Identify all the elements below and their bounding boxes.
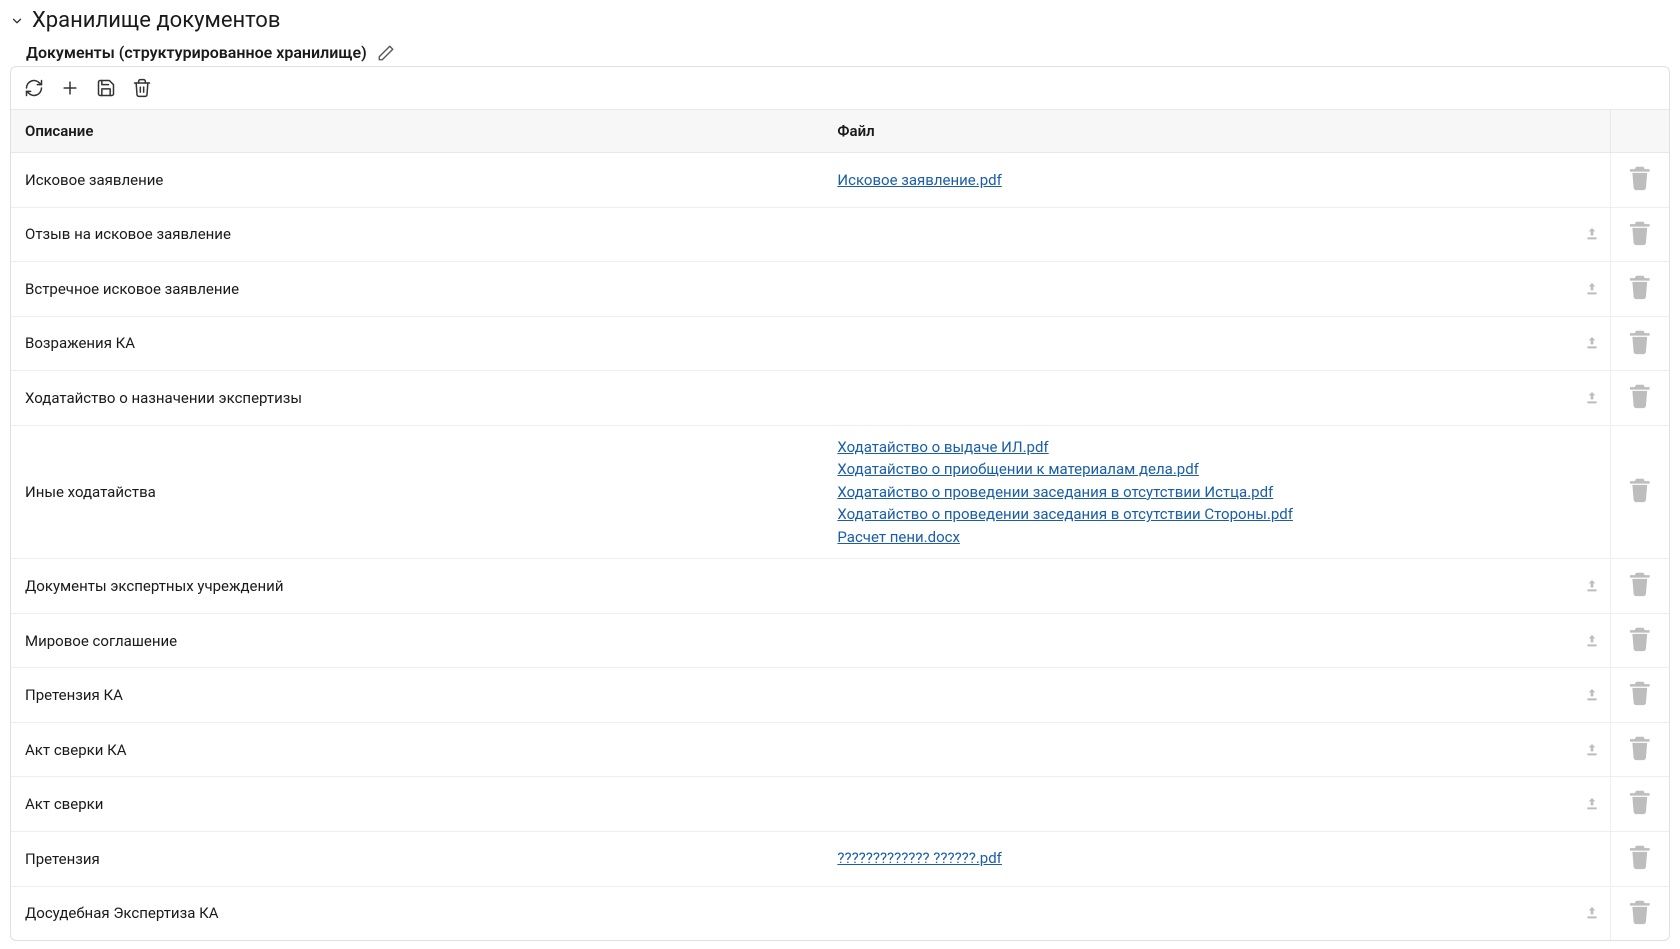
upload-icon[interactable]: [1584, 905, 1600, 921]
trash-icon[interactable]: [1625, 288, 1655, 306]
table-row[interactable]: Акт сверки КА: [11, 722, 1669, 777]
edit-icon[interactable]: [377, 44, 395, 62]
row-file-cell: [823, 316, 1611, 371]
upload-icon[interactable]: [1584, 796, 1600, 812]
table-row[interactable]: Документы экспертных учреждений: [11, 559, 1669, 614]
table-row[interactable]: Отзыв на исковое заявление: [11, 207, 1669, 262]
row-file-cell: [823, 207, 1611, 262]
col-header-actions: [1611, 110, 1669, 153]
upload-icon[interactable]: [1584, 687, 1600, 703]
row-file-cell: [823, 886, 1611, 940]
trash-icon[interactable]: [1625, 491, 1655, 509]
row-description: Ходатайство о назначении экспертизы: [11, 371, 823, 426]
file-link[interactable]: Исковое заявление.pdf: [837, 169, 1596, 192]
upload-icon[interactable]: [1584, 281, 1600, 297]
row-file-cell: [823, 777, 1611, 832]
row-description: Иные ходатайства: [11, 425, 823, 559]
col-header-file[interactable]: Файл: [823, 110, 1611, 153]
table-row[interactable]: Исковое заявление Исковое заявление.pdf: [11, 153, 1669, 208]
row-action-cell: [1611, 886, 1669, 940]
documents-panel: Описание Файл Исковое заявлениеИсковое з…: [10, 66, 1670, 941]
row-file-cell: ????????????? ??????.pdf: [823, 831, 1611, 886]
add-button[interactable]: [59, 77, 81, 99]
trash-icon[interactable]: [1625, 694, 1655, 712]
row-description: Акт сверки КА: [11, 722, 823, 777]
row-file-cell: [823, 559, 1611, 614]
table-row[interactable]: Иные ходатайстваХодатайство о выдаче ИЛ.…: [11, 425, 1669, 559]
row-description: Отзыв на исковое заявление: [11, 207, 823, 262]
table-row[interactable]: Претензия ????????????? ??????.pdf: [11, 831, 1669, 886]
row-action-cell: [1611, 668, 1669, 723]
trash-icon[interactable]: [1625, 912, 1655, 930]
file-link[interactable]: Расчет пени.docx: [837, 526, 1596, 549]
documents-table: Описание Файл Исковое заявлениеИсковое з…: [11, 109, 1669, 940]
row-action-cell: [1611, 316, 1669, 371]
table-row[interactable]: Ходатайство о назначении экспертизы: [11, 371, 1669, 426]
file-link[interactable]: ????????????? ??????.pdf: [837, 847, 1596, 870]
row-description: Претензия КА: [11, 668, 823, 723]
row-description: Досудебная Экспертиза КА: [11, 886, 823, 940]
table-row[interactable]: Мировое соглашение: [11, 613, 1669, 668]
row-description: Возражения КА: [11, 316, 823, 371]
row-file-cell: [823, 371, 1611, 426]
row-description: Претензия: [11, 831, 823, 886]
row-description: Мировое соглашение: [11, 613, 823, 668]
trash-icon[interactable]: [1625, 748, 1655, 766]
row-description: Акт сверки: [11, 777, 823, 832]
subheader-title: Документы (структурированное хранилище): [26, 43, 367, 62]
row-description: Встречное исковое заявление: [11, 262, 823, 317]
row-file-cell: [823, 262, 1611, 317]
file-link[interactable]: Ходатайство о проведении заседания в отс…: [837, 503, 1596, 526]
trash-icon[interactable]: [1625, 639, 1655, 657]
trash-icon[interactable]: [1625, 342, 1655, 360]
save-button[interactable]: [95, 77, 117, 99]
row-description: Документы экспертных учреждений: [11, 559, 823, 614]
upload-icon[interactable]: [1584, 226, 1600, 242]
row-action-cell: [1611, 559, 1669, 614]
trash-icon[interactable]: [1625, 803, 1655, 821]
row-file-cell: Исковое заявление.pdf: [823, 153, 1611, 208]
row-action-cell: [1611, 831, 1669, 886]
file-link[interactable]: Ходатайство о приобщении к материалам де…: [837, 458, 1596, 481]
upload-icon[interactable]: [1584, 633, 1600, 649]
row-action-cell: [1611, 153, 1669, 208]
col-header-description[interactable]: Описание: [11, 110, 823, 153]
table-row[interactable]: Досудебная Экспертиза КА: [11, 886, 1669, 940]
row-action-cell: [1611, 207, 1669, 262]
trash-icon[interactable]: [1625, 585, 1655, 603]
chevron-down-icon[interactable]: [10, 14, 24, 28]
row-file-cell: Ходатайство о выдаче ИЛ.pdfХодатайство о…: [823, 425, 1611, 559]
row-action-cell: [1611, 371, 1669, 426]
row-file-cell: [823, 613, 1611, 668]
table-row[interactable]: Встречное исковое заявление: [11, 262, 1669, 317]
table-row[interactable]: Акт сверки: [11, 777, 1669, 832]
row-file-cell: [823, 722, 1611, 777]
trash-icon[interactable]: [1625, 179, 1655, 197]
trash-icon[interactable]: [1625, 397, 1655, 415]
table-row[interactable]: Возражения КА: [11, 316, 1669, 371]
row-action-cell: [1611, 262, 1669, 317]
trash-icon[interactable]: [1625, 858, 1655, 876]
table-row[interactable]: Претензия КА: [11, 668, 1669, 723]
upload-icon[interactable]: [1584, 742, 1600, 758]
row-action-cell: [1611, 613, 1669, 668]
row-description: Исковое заявление: [11, 153, 823, 208]
file-link[interactable]: Ходатайство о выдаче ИЛ.pdf: [837, 436, 1596, 459]
delete-button[interactable]: [131, 77, 153, 99]
section-title: Хранилище документов: [32, 8, 280, 33]
trash-icon[interactable]: [1625, 233, 1655, 251]
file-link[interactable]: Ходатайство о проведении заседания в отс…: [837, 481, 1596, 504]
row-action-cell: [1611, 722, 1669, 777]
upload-icon[interactable]: [1584, 578, 1600, 594]
row-action-cell: [1611, 777, 1669, 832]
subheader: Документы (структурированное хранилище): [26, 43, 1670, 62]
upload-icon[interactable]: [1584, 390, 1600, 406]
refresh-button[interactable]: [23, 77, 45, 99]
row-action-cell: [1611, 425, 1669, 559]
row-file-cell: [823, 668, 1611, 723]
toolbar: [11, 67, 1669, 109]
section-header: Хранилище документов: [10, 8, 1670, 33]
upload-icon[interactable]: [1584, 335, 1600, 351]
